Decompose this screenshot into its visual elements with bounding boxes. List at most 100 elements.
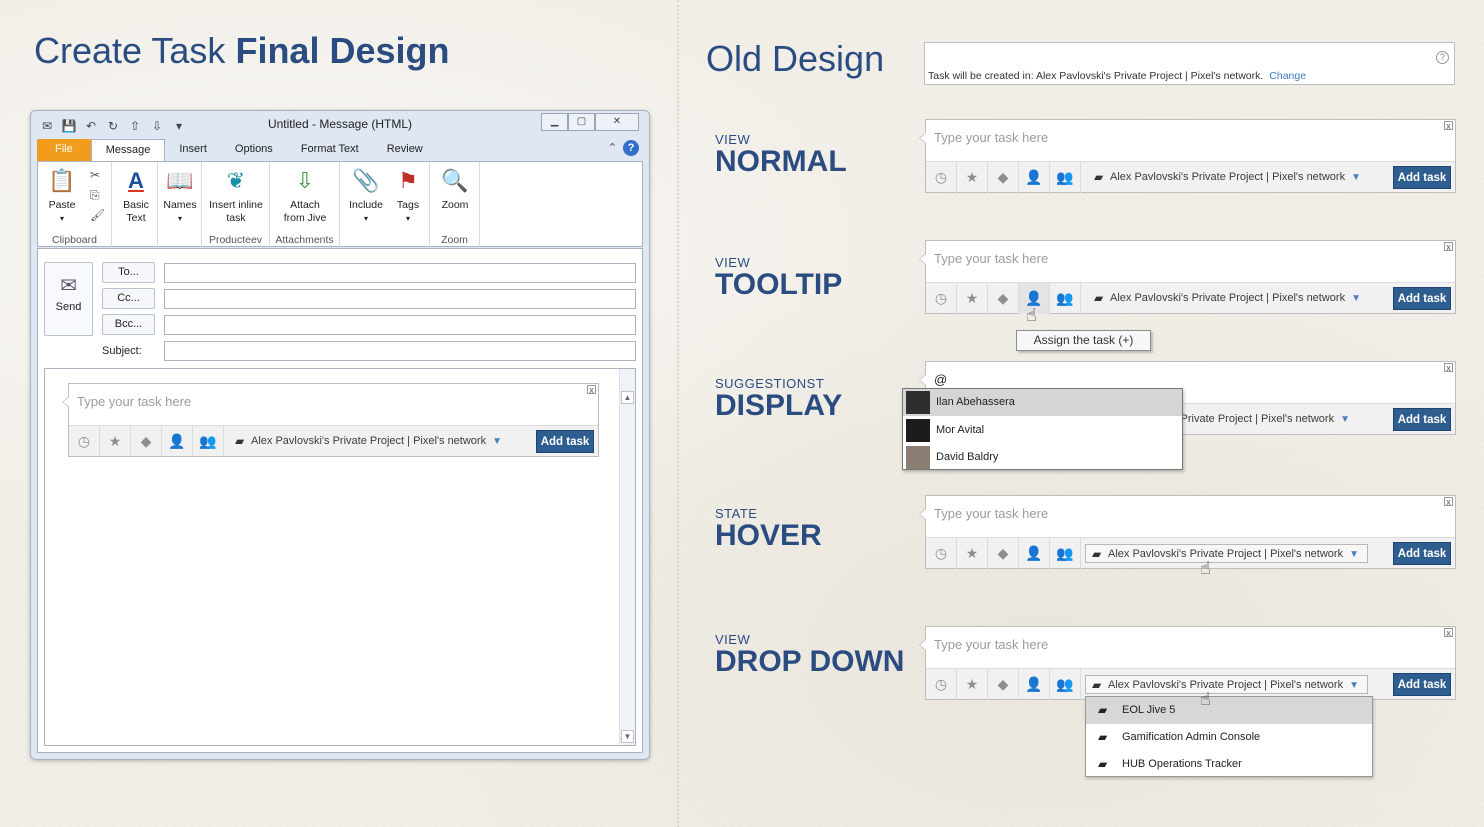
tag-icon[interactable]: ◆ — [988, 283, 1019, 314]
scroll-up-arrow[interactable]: ▲ — [621, 391, 634, 404]
dropdown-item[interactable]: ▰ HUB Operations Tracker — [1086, 751, 1372, 778]
clock-icon[interactable]: ◷ — [926, 669, 957, 700]
tag-icon[interactable]: ◆ — [131, 426, 162, 457]
add-task-button[interactable]: Add task — [1393, 542, 1451, 565]
help-icon[interactable]: ? — [623, 140, 639, 156]
help-circle-icon[interactable]: ? — [1436, 51, 1449, 64]
bcc-button[interactable]: Bcc... — [102, 314, 155, 335]
add-followers-icon[interactable]: 👥 — [1050, 283, 1081, 314]
task-input[interactable]: @ — [934, 372, 947, 387]
change-link[interactable]: Change — [1269, 70, 1306, 82]
insert-inline-task-button[interactable]: ❦ Insert inline task — [204, 166, 268, 225]
font-color-icon: A — [128, 168, 144, 193]
names-button[interactable]: 📖 Names ▾ — [160, 166, 200, 225]
suggestion-item[interactable]: Mor Avital — [903, 417, 1182, 444]
add-task-button[interactable]: Add task — [1393, 287, 1451, 310]
dropdown-item[interactable]: ▰ Gamification Admin Console — [1086, 724, 1372, 751]
close-task-icon[interactable]: x — [587, 385, 596, 395]
star-icon[interactable]: ★ — [100, 426, 131, 457]
cc-field[interactable] — [164, 289, 636, 309]
task-input[interactable]: Type your task here — [934, 130, 1048, 145]
tab-insert[interactable]: Insert — [165, 139, 221, 161]
tag-icon[interactable]: ◆ — [988, 538, 1019, 569]
assign-user-icon[interactable]: 👤 — [162, 426, 193, 457]
project-selector[interactable]: ▰ Alex Pavlovski's Private Project | Pix… — [1088, 289, 1361, 308]
message-body[interactable]: ▲ ▼ Type your task here x ◷ ★ ◆ 👤 👥 ▰ Al… — [44, 368, 636, 746]
add-task-button[interactable]: Add task — [536, 430, 594, 453]
clock-icon[interactable]: ◷ — [926, 283, 957, 314]
minimize-ribbon-icon[interactable]: ⌃ — [608, 141, 617, 154]
cc-button[interactable]: Cc... — [102, 288, 155, 309]
bcc-field[interactable] — [164, 315, 636, 335]
tab-options[interactable]: Options — [221, 139, 287, 161]
tab-message[interactable]: Message — [90, 139, 166, 161]
star-icon[interactable]: ★ — [957, 283, 988, 314]
format-painter-icon[interactable]: 🖌 — [90, 208, 105, 222]
tags-button[interactable]: ⚑ Tags ▾ — [388, 166, 428, 225]
project-selector[interactable]: ▰ Alex Pavlovski's Private Project | Pix… — [1085, 544, 1368, 563]
cut-icon[interactable]: ✂ — [90, 168, 100, 182]
tab-file[interactable]: File — [37, 139, 91, 161]
close-task-icon[interactable]: x — [1444, 497, 1453, 507]
add-followers-icon[interactable]: 👥 — [1050, 669, 1081, 700]
maximize-button[interactable]: ▢ — [568, 113, 595, 131]
star-icon[interactable]: ★ — [957, 162, 988, 193]
assign-user-icon[interactable]: 👤 — [1019, 538, 1050, 569]
producteev-icon: ❦ — [226, 168, 246, 193]
hand-cursor-icon: ☝ — [1200, 689, 1211, 709]
assign-user-icon[interactable]: 👤 — [1019, 669, 1050, 700]
attach-from-jive-button[interactable]: ⇩ Attach from Jive — [272, 166, 338, 225]
assign-user-icon[interactable]: 👤 — [1019, 162, 1050, 193]
add-task-button[interactable]: Add task — [1393, 673, 1451, 696]
task-input[interactable]: Type your task here — [77, 394, 191, 409]
close-task-icon[interactable]: x — [1444, 242, 1453, 252]
body-scrollbar[interactable]: ▲ ▼ — [619, 369, 635, 745]
dropdown-item[interactable]: ▰ EOL Jive 5 — [1086, 697, 1372, 724]
task-input[interactable]: Type your task here — [934, 251, 1048, 266]
clipboard-group-label: Clipboard — [52, 234, 97, 246]
to-field[interactable] — [164, 263, 636, 283]
window-controls: ▁ ▢ ✕ — [541, 113, 639, 131]
clock-icon[interactable]: ◷ — [926, 538, 957, 569]
to-button[interactable]: To... — [102, 262, 155, 283]
suggestion-item[interactable]: David Baldry — [903, 444, 1182, 471]
send-button[interactable]: ✉ Send — [44, 262, 93, 336]
add-followers-icon[interactable]: 👥 — [1050, 538, 1081, 569]
paste-button[interactable]: 📋 Paste ▾ — [44, 166, 80, 225]
star-icon[interactable]: ★ — [957, 669, 988, 700]
project-selector[interactable]: s Private Project | Pixel's network ▼ — [1162, 410, 1350, 429]
old-design-task-box[interactable]: ? Task will be created in: Alex Pavlovsk… — [924, 42, 1455, 85]
tab-format-text[interactable]: Format Text — [287, 139, 373, 161]
minimize-button[interactable]: ▁ — [541, 113, 568, 131]
add-task-button[interactable]: Add task — [1393, 408, 1451, 431]
add-followers-icon[interactable]: 👥 — [1050, 162, 1081, 193]
task-input[interactable]: Type your task here — [934, 506, 1048, 521]
add-task-button[interactable]: Add task — [1393, 166, 1451, 189]
tag-icon[interactable]: ◆ — [988, 669, 1019, 700]
tab-review[interactable]: Review — [373, 139, 437, 161]
star-icon[interactable]: ★ — [957, 538, 988, 569]
close-window-button[interactable]: ✕ — [595, 113, 639, 131]
project-dropdown: ▰ EOL Jive 5 ▰ Gamification Admin Consol… — [1085, 696, 1373, 777]
zoom-button[interactable]: 🔍 Zoom — [434, 166, 476, 212]
chevron-down-icon: ▼ — [1349, 680, 1359, 691]
clock-icon[interactable]: ◷ — [926, 162, 957, 193]
scroll-down-arrow[interactable]: ▼ — [621, 730, 634, 743]
copy-icon[interactable]: ⎘ — [90, 188, 100, 203]
project-selector[interactable]: ▰ Alex Pavlovski's Private Project | Pix… — [1088, 168, 1361, 187]
close-task-icon[interactable]: x — [1444, 121, 1453, 131]
subject-field[interactable] — [164, 341, 636, 361]
suggestion-item[interactable]: Ilan Abehassera — [903, 389, 1182, 416]
clock-icon[interactable]: ◷ — [69, 426, 100, 457]
project-selector[interactable]: ▰ Alex Pavlovski's Private Project | Pix… — [229, 432, 502, 451]
close-task-icon[interactable]: x — [1444, 363, 1453, 373]
project-book-icon: ▰ — [1098, 757, 1108, 771]
project-selector[interactable]: ▰ Alex Pavlovski's Private Project | Pix… — [1085, 675, 1368, 694]
basic-text-button[interactable]: A Basic Text — [116, 166, 156, 225]
task-input[interactable]: Type your task here — [934, 637, 1048, 652]
close-task-icon[interactable]: x — [1444, 628, 1453, 638]
include-button[interactable]: 📎 Include ▾ — [344, 166, 388, 225]
tag-icon[interactable]: ◆ — [988, 162, 1019, 193]
add-followers-icon[interactable]: 👥 — [193, 426, 224, 457]
subject-label: Subject: — [102, 345, 142, 357]
